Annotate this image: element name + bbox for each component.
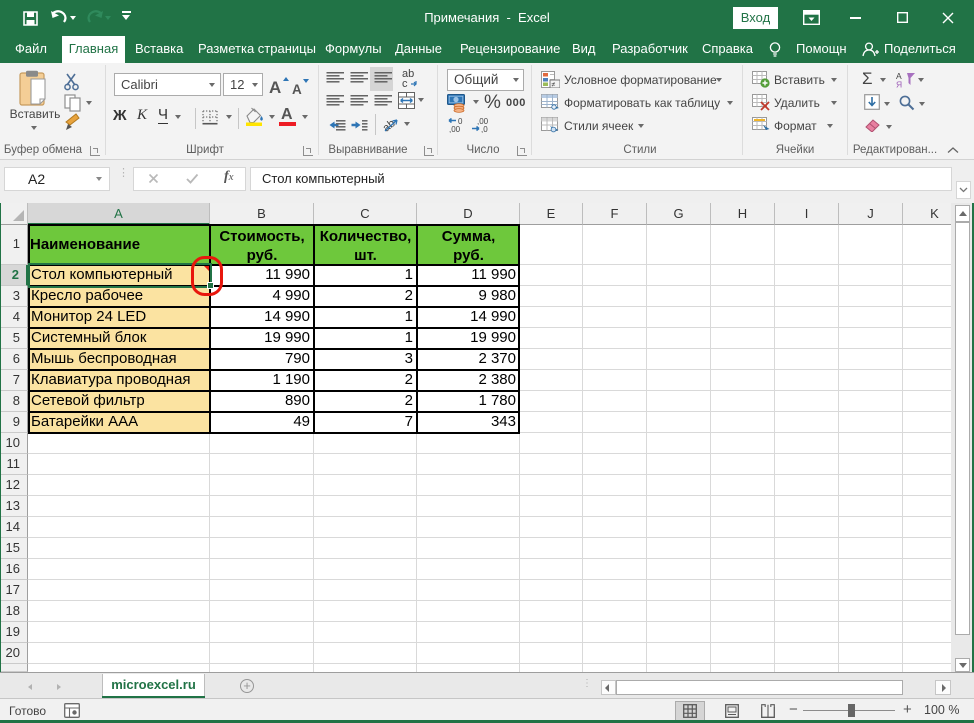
svg-text:Я: Я (896, 80, 902, 89)
svg-text:≠: ≠ (552, 82, 556, 89)
svg-text:c: c (402, 78, 408, 89)
svg-text:,00: ,00 (449, 125, 461, 133)
svg-text:,0: ,0 (481, 125, 488, 133)
